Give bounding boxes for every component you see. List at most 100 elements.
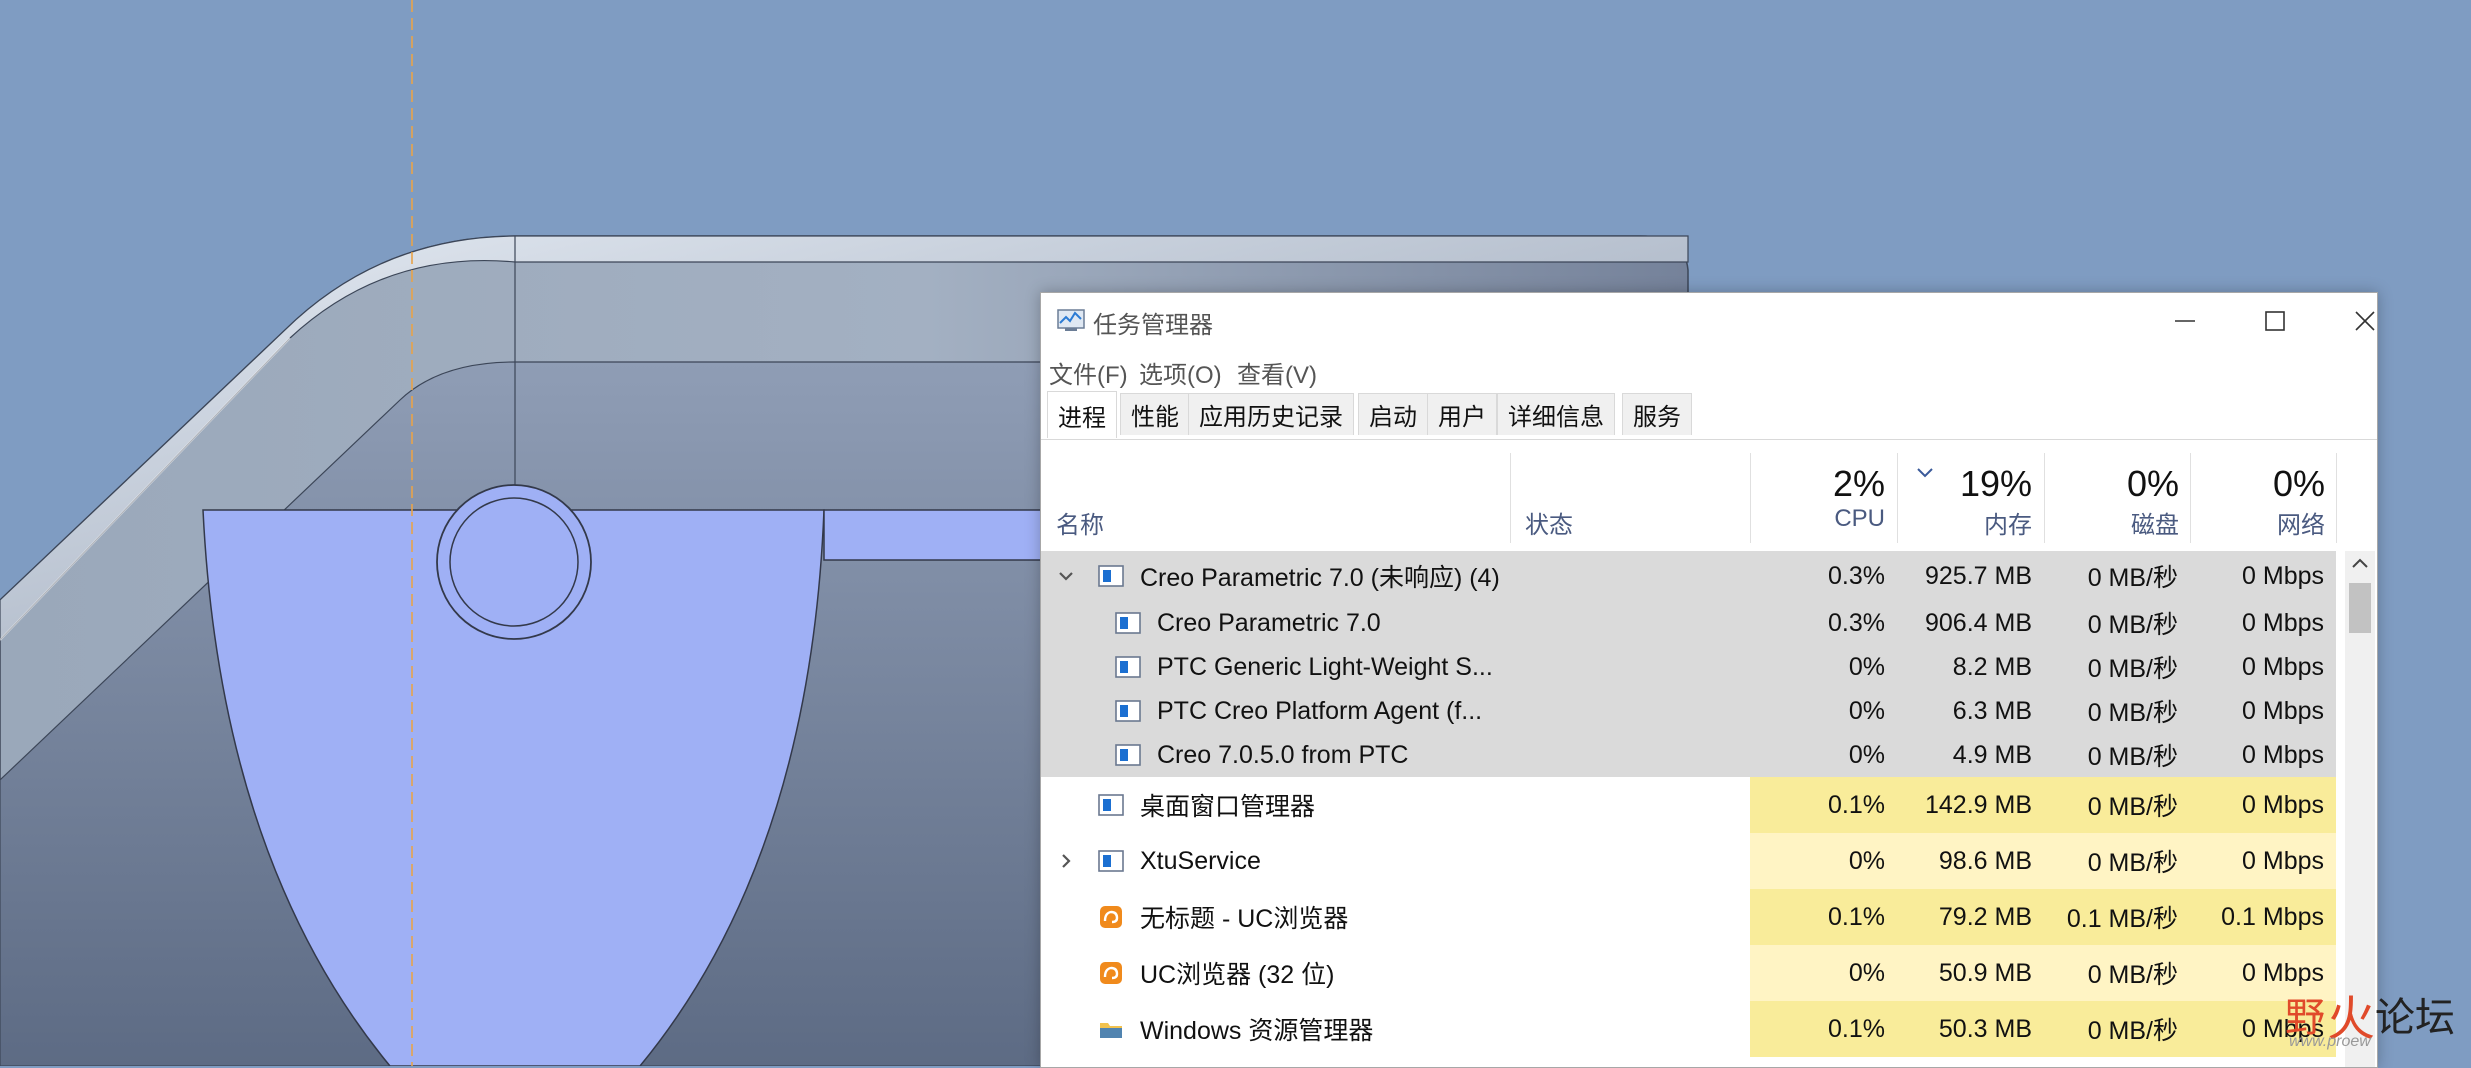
process-mem-value: 6.3 MB <box>1897 689 2044 733</box>
title-bar[interactable]: 任务管理器 <box>1041 293 2377 349</box>
process-cpu-value: 0% <box>1750 945 1897 1001</box>
task-manager-window[interactable]: 任务管理器 文件(F) 选项(O) 查看(V) 进程 性能 应用历史记录 启动 … <box>1040 292 2378 1068</box>
menu-view[interactable]: 查看(V) <box>1237 355 1317 390</box>
process-net-value: 0 Mbps <box>2190 777 2336 833</box>
process-row[interactable]: 无标题 - UC浏览器 0.1% 79.2 MB 0.1 MB/秒 0.1 Mbps <box>1041 889 2337 945</box>
process-net-value: 0.1 Mbps <box>2190 889 2336 945</box>
column-network[interactable]: 网络 <box>2191 505 2325 540</box>
process-disk-value: 0 MB/秒 <box>2044 645 2190 689</box>
app-window-icon <box>1098 794 1124 816</box>
process-row[interactable]: Windows 资源管理器 0.1% 50.3 MB 0 MB/秒 0 Mbps <box>1041 1001 2337 1057</box>
column-disk[interactable]: 磁盘 <box>2045 505 2179 540</box>
process-name: Creo 7.0.5.0 from PTC <box>1157 740 1409 769</box>
process-net-value: 0 Mbps <box>2190 733 2336 777</box>
process-disk-value: 0.1 MB/秒 <box>2044 889 2190 945</box>
process-child-row[interactable]: Creo Parametric 7.0 0.3% 906.4 MB 0 MB/秒 0 M… <box>1041 601 2337 645</box>
column-cpu[interactable]: CPU <box>1751 505 1885 533</box>
column-memory[interactable]: 内存 <box>1898 505 2032 540</box>
app-window-icon <box>1098 850 1124 872</box>
process-net-value: 0 Mbps <box>2190 601 2336 645</box>
cpu-total[interactable]: 2% <box>1751 463 1885 505</box>
app-window-icon <box>1115 612 1141 634</box>
scroll-up-icon[interactable] <box>2349 555 2371 573</box>
menu-bar: 文件(F) 选项(O) 查看(V) <box>1041 349 2377 389</box>
tab-processes[interactable]: 进程 <box>1047 391 1117 438</box>
process-name: PTC Generic Light-Weight S... <box>1157 652 1493 681</box>
tab-app-history[interactable]: 应用历史记录 <box>1188 393 1354 435</box>
process-mem-value: 4.9 MB <box>1897 733 2044 777</box>
process-child-row[interactable]: PTC Generic Light-Weight S... 0% 8.2 MB 0 M… <box>1041 645 2337 689</box>
process-disk-value: 0 MB/秒 <box>2044 551 2190 601</box>
maximize-icon <box>2265 311 2285 331</box>
process-name: PTC Creo Platform Agent (f... <box>1157 696 1483 725</box>
window-title: 任务管理器 <box>1093 312 1213 339</box>
process-name: UC浏览器 (32 位) <box>1140 961 1335 989</box>
tab-startup[interactable]: 启动 <box>1358 393 1428 435</box>
process-disk-value: 0 MB/秒 <box>2044 689 2190 733</box>
scroll-thumb[interactable] <box>2349 583 2371 633</box>
folder-icon <box>1100 1023 1122 1038</box>
tab-performance[interactable]: 性能 <box>1120 393 1190 435</box>
network-total[interactable]: 0% <box>2191 463 2325 505</box>
process-row[interactable]: UC浏览器 (32 位) 0% 50.9 MB 0 MB/秒 0 Mbps <box>1041 945 2337 1001</box>
process-row[interactable]: 桌面窗口管理器 0.1% 142.9 MB 0 MB/秒 0 Mbps <box>1041 777 2337 833</box>
tab-details[interactable]: 详细信息 <box>1497 393 1615 435</box>
tab-strip: 进程 性能 应用历史记录 启动 用户 详细信息 服务 <box>1041 391 2377 440</box>
process-cpu-value: 0% <box>1750 833 1897 889</box>
minimize-button[interactable] <box>2140 295 2230 347</box>
process-mem-value: 98.6 MB <box>1897 833 2044 889</box>
process-name: 无标题 - UC浏览器 <box>1140 905 1349 933</box>
process-name: 桌面窗口管理器 <box>1140 793 1316 821</box>
process-cpu-value: 0.1% <box>1750 777 1897 833</box>
process-child-row[interactable]: Creo 7.0.5.0 from PTC 0% 4.9 MB 0 MB/秒 0 Mbp… <box>1041 733 2337 777</box>
watermark-char-3: 论坛 <box>2375 995 2455 1041</box>
process-name: Creo Parametric 7.0 (未响应) (4) <box>1140 564 1500 592</box>
process-disk-value: 0 MB/秒 <box>2044 1001 2190 1057</box>
app-window-icon <box>1115 744 1141 766</box>
memory-total[interactable]: 19% <box>1898 463 2032 505</box>
process-row[interactable]: XtuService 0% 98.6 MB 0 MB/秒 0 Mbps <box>1041 833 2337 889</box>
app-window-icon <box>1115 700 1141 722</box>
task-manager-icon <box>1057 309 1085 331</box>
close-button[interactable] <box>2320 295 2377 347</box>
tab-users[interactable]: 用户 <box>1427 393 1497 435</box>
column-name[interactable]: 名称 <box>1056 505 1104 540</box>
process-mem-value: 142.9 MB <box>1897 777 2044 833</box>
app-window-icon <box>1098 565 1124 587</box>
process-disk-value: 0 MB/秒 <box>2044 833 2190 889</box>
process-cpu-value: 0.3% <box>1750 601 1897 645</box>
process-child-row[interactable]: PTC Creo Platform Agent (f... 0% 6.3 MB 0 M… <box>1041 689 2337 733</box>
disk-total[interactable]: 0% <box>2045 463 2179 505</box>
process-mem-value: 925.7 MB <box>1897 551 2044 601</box>
column-status[interactable]: 状态 <box>1525 505 1573 540</box>
process-name: Windows 资源管理器 <box>1140 1017 1374 1045</box>
app-window-icon <box>1115 656 1141 678</box>
process-disk-value: 0 MB/秒 <box>2044 601 2190 645</box>
menu-file[interactable]: 文件(F) <box>1049 355 1128 390</box>
minimize-icon <box>2175 320 2195 322</box>
process-mem-value: 50.9 MB <box>1897 945 2044 1001</box>
process-disk-value: 0 MB/秒 <box>2044 733 2190 777</box>
process-name: XtuService <box>1140 846 1261 875</box>
process-cpu-value: 0% <box>1750 733 1897 777</box>
close-icon <box>2355 311 2375 331</box>
process-group-row[interactable]: Creo Parametric 7.0 (未响应) (4) 0.3% 925.7 M… <box>1041 551 2337 601</box>
process-net-value: 0 Mbps <box>2190 833 2336 889</box>
chevron-right-icon[interactable] <box>1057 852 1075 870</box>
hole-outer <box>436 484 592 640</box>
menu-options[interactable]: 选项(O) <box>1139 355 1222 390</box>
process-cpu-value: 0.3% <box>1750 551 1897 601</box>
tab-services[interactable]: 服务 <box>1622 393 1692 435</box>
process-mem-value: 79.2 MB <box>1897 889 2044 945</box>
uc-browser-icon <box>1100 906 1122 928</box>
process-disk-value: 0 MB/秒 <box>2044 777 2190 833</box>
process-name: Creo Parametric 7.0 <box>1157 608 1381 637</box>
column-header: 名称 状态 2% CPU 19% 内存 0% 磁盘 0% 网络 <box>1041 453 2337 543</box>
process-net-value: 0 Mbps <box>2190 645 2336 689</box>
chevron-down-icon[interactable] <box>1057 567 1075 585</box>
selected-slot <box>823 509 1045 561</box>
process-mem-value: 50.3 MB <box>1897 1001 2044 1057</box>
maximize-button[interactable] <box>2230 295 2320 347</box>
process-mem-value: 906.4 MB <box>1897 601 2044 645</box>
process-disk-value: 0 MB/秒 <box>2044 945 2190 1001</box>
